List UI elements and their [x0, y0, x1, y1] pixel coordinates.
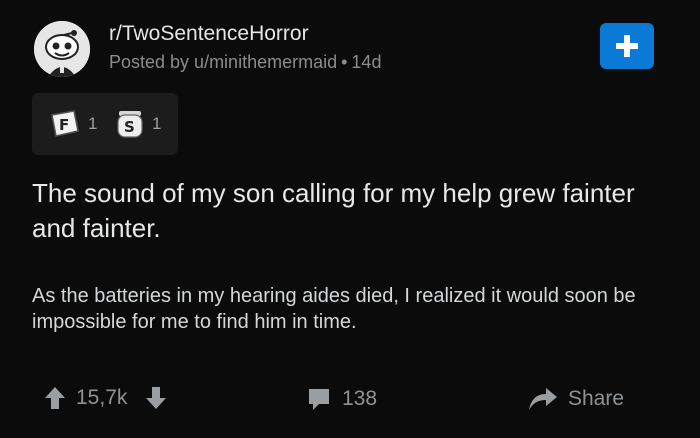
author-link[interactable]: Posted by u/minithemermaid	[109, 52, 337, 72]
join-button[interactable]	[600, 23, 654, 69]
subreddit-name[interactable]: r/TwoSentenceHorror	[109, 22, 309, 46]
comment-count: 138	[342, 387, 378, 410]
vote-score: 15,7k	[76, 386, 128, 409]
post-age: 14d	[351, 52, 382, 72]
upvote-icon[interactable]	[44, 386, 66, 410]
share-arrow-icon	[529, 388, 557, 410]
svg-text:S: S	[124, 118, 135, 136]
svg-text:F: F	[59, 116, 69, 134]
share-button[interactable]: Share	[528, 386, 624, 412]
award-count: 1	[152, 114, 162, 133]
comment-icon	[309, 389, 329, 410]
award-count: 1	[88, 114, 98, 133]
awards-bar[interactable]: F 1 S 1	[32, 93, 178, 155]
vote-controls: 15,7k	[44, 386, 167, 410]
s-award-icon: S	[117, 111, 143, 138]
downvote-icon[interactable]	[145, 386, 167, 410]
f-key-award-icon: F	[51, 110, 79, 137]
subreddit-avatar[interactable]	[34, 21, 90, 77]
award-item[interactable]: F 1	[48, 109, 97, 139]
post-header: r/TwoSentenceHorror Posted by u/minithem…	[34, 18, 674, 78]
award-item[interactable]: S 1	[116, 109, 161, 139]
share-label: Share	[568, 387, 625, 410]
meta-separator: •	[341, 52, 348, 72]
post-actions: 15,7k 138 Share	[0, 378, 700, 422]
comments-button[interactable]: 138	[306, 386, 377, 412]
post-body: As the batteries in my hearing aides die…	[32, 285, 636, 333]
post-meta: Posted by u/minithemermaid • 14d	[109, 52, 381, 73]
post-title[interactable]: The sound of my son calling for my help …	[32, 176, 662, 246]
plus-icon	[616, 35, 638, 57]
snoo-icon	[34, 21, 90, 77]
